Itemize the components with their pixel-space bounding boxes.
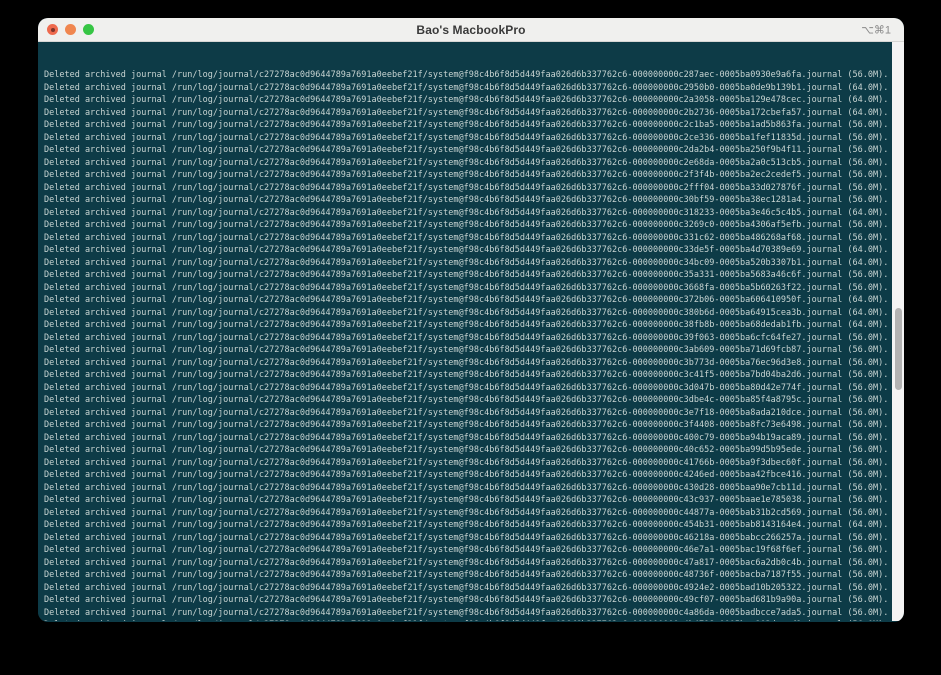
log-line: Deleted archived journal /run/log/journa…	[44, 70, 889, 80]
log-line: Deleted archived journal /run/log/journa…	[44, 120, 889, 130]
log-line: Deleted archived journal /run/log/journa…	[44, 95, 889, 105]
log-line: Deleted archived journal /run/log/journa…	[44, 545, 889, 555]
terminal-screen[interactable]: Deleted archived journal /run/log/journa…	[38, 42, 904, 621]
log-line: Deleted archived journal /run/log/journa…	[44, 457, 889, 468]
log-line: Deleted archived journal /run/log/journa…	[44, 245, 889, 255]
log-line: Deleted archived journal /run/log/journa…	[44, 220, 889, 230]
log-line: Deleted archived journal /run/log/journa…	[44, 345, 889, 355]
log-line: Deleted archived journal /run/log/journa…	[44, 332, 889, 343]
log-line: Deleted archived journal /run/log/journa…	[44, 445, 889, 455]
log-line: Deleted archived journal /run/log/journa…	[44, 107, 889, 118]
log-line: Deleted archived journal /run/log/journa…	[44, 382, 889, 393]
log-line: Deleted archived journal /run/log/journa…	[44, 557, 889, 568]
log-line: Deleted archived journal /run/log/journa…	[44, 607, 889, 618]
log-line: Deleted archived journal /run/log/journa…	[44, 357, 889, 368]
log-line: Deleted archived journal /run/log/journa…	[44, 207, 889, 218]
window-title: Bao's MacbookPro	[416, 22, 526, 37]
scrollbar-thumb[interactable]	[894, 308, 902, 390]
log-line: Deleted archived journal /run/log/journa…	[44, 595, 889, 605]
log-line: Deleted archived journal /run/log/journa…	[44, 82, 889, 93]
scrollbar-track[interactable]	[892, 42, 904, 621]
close-button-dot-icon	[50, 27, 55, 32]
log-line: Deleted archived journal /run/log/journa…	[44, 157, 889, 168]
tab-shortcut-badge: ⌥⌘1	[861, 24, 891, 36]
desktop: Bao's MacbookPro ⌥⌘1 Deleted archived jo…	[0, 0, 941, 675]
log-line: Deleted archived journal /run/log/journa…	[44, 232, 889, 243]
minimize-button[interactable]	[65, 24, 76, 35]
log-line: Deleted archived journal /run/log/journa…	[44, 145, 889, 155]
log-line: Deleted archived journal /run/log/journa…	[44, 482, 889, 493]
window-titlebar[interactable]: Bao's MacbookPro ⌥⌘1	[38, 18, 904, 42]
log-line: Deleted archived journal /run/log/journa…	[44, 495, 889, 505]
log-line: Deleted archived journal /run/log/journa…	[44, 295, 889, 305]
log-line: Deleted archived journal /run/log/journa…	[44, 532, 889, 543]
log-line: Deleted archived journal /run/log/journa…	[44, 619, 904, 621]
terminal-window: Bao's MacbookPro ⌥⌘1 Deleted archived jo…	[38, 18, 904, 622]
log-line: Deleted archived journal /run/log/journa…	[44, 470, 889, 480]
log-line: Deleted archived journal /run/log/journa…	[44, 320, 889, 330]
log-line: Deleted archived journal /run/log/journa…	[44, 132, 889, 143]
log-lines: Deleted archived journal /run/log/journa…	[44, 69, 904, 621]
log-line: Deleted archived journal /run/log/journa…	[44, 257, 889, 268]
log-line: Deleted archived journal /run/log/journa…	[44, 407, 889, 418]
log-line: Deleted archived journal /run/log/journa…	[44, 582, 889, 593]
log-line: Deleted archived journal /run/log/journa…	[44, 432, 889, 443]
log-line: Deleted archived journal /run/log/journa…	[44, 182, 889, 193]
log-line: Deleted archived journal /run/log/journa…	[44, 307, 889, 318]
log-line: Deleted archived journal /run/log/journa…	[44, 520, 889, 530]
log-line: Deleted archived journal /run/log/journa…	[44, 570, 889, 580]
log-line: Deleted archived journal /run/log/journa…	[44, 507, 889, 518]
log-line: Deleted archived journal /run/log/journa…	[44, 270, 889, 280]
log-line: Deleted archived journal /run/log/journa…	[44, 395, 889, 405]
traffic-lights	[47, 18, 94, 41]
log-line: Deleted archived journal /run/log/journa…	[44, 195, 889, 205]
log-line: Deleted archived journal /run/log/journa…	[44, 282, 889, 293]
log-line: Deleted archived journal /run/log/journa…	[44, 170, 889, 180]
zoom-button[interactable]	[83, 24, 94, 35]
log-line: Deleted archived journal /run/log/journa…	[44, 370, 889, 380]
log-line: Deleted archived journal /run/log/journa…	[44, 420, 889, 430]
log-output: Deleted archived journal /run/log/journa…	[38, 42, 904, 621]
close-button[interactable]	[47, 24, 58, 35]
